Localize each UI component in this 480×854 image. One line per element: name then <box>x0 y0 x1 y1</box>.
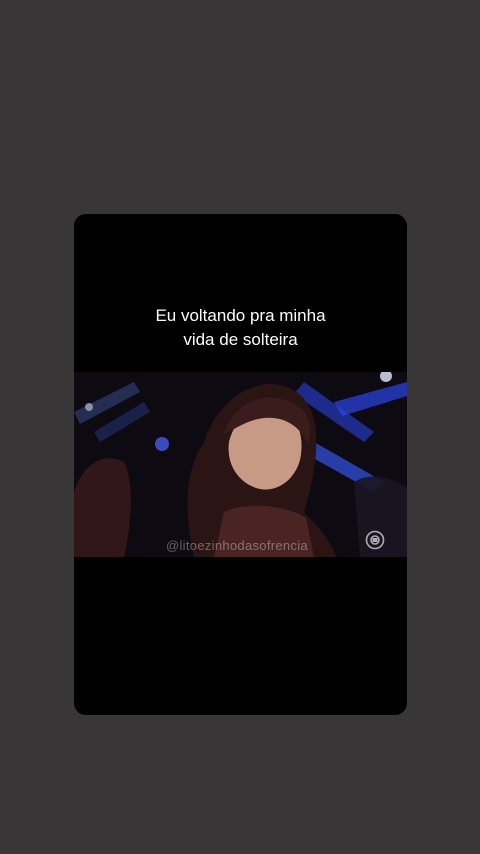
video-frame[interactable]: @litoezinhodasofrencia <box>74 372 407 557</box>
video-scene <box>74 372 407 557</box>
story-caption: Eu voltando pra minha vida de solteira <box>155 306 326 349</box>
video-watermark: @litoezinhodasofrencia <box>166 538 308 553</box>
story-card[interactable]: Eu voltando pra minha vida de solteira @… <box>74 214 407 715</box>
broadcaster-logo-icon <box>365 530 385 550</box>
